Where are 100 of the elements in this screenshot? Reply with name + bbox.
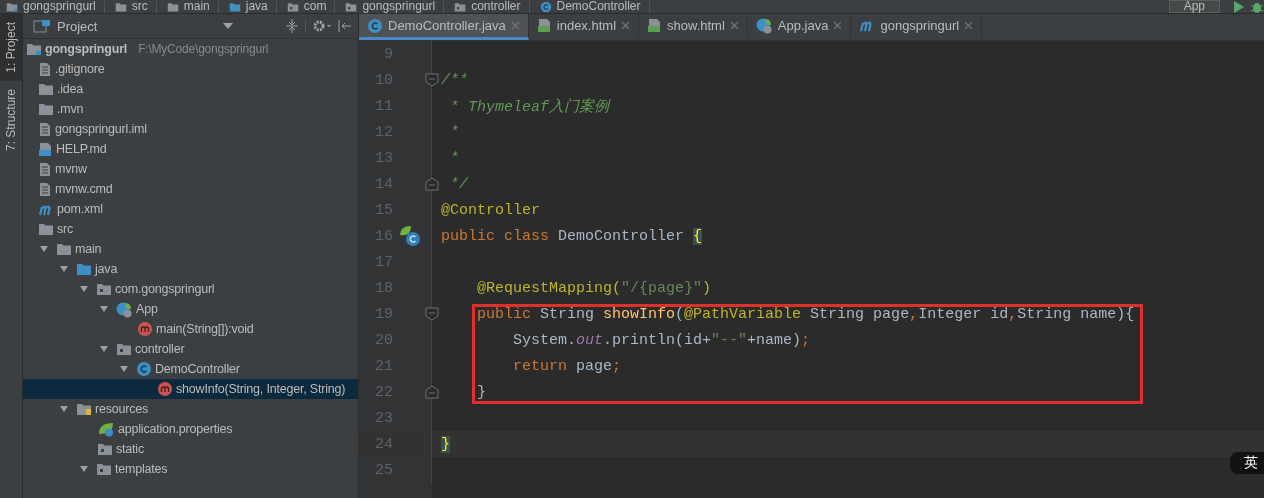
tree-row[interactable]: gongspringurl.iml bbox=[23, 119, 358, 139]
tree-row[interactable]: .mvn bbox=[23, 99, 358, 119]
tree-row[interactable]: pom.xml bbox=[23, 199, 358, 219]
folder-icon bbox=[38, 222, 54, 236]
html-file-icon bbox=[536, 18, 552, 33]
code-line: */ bbox=[449, 175, 468, 193]
editor-tab[interactable]: show.html bbox=[639, 14, 748, 40]
class-c-icon bbox=[539, 0, 552, 13]
class-c-icon bbox=[136, 361, 152, 377]
tree-row[interactable]: src bbox=[23, 219, 358, 239]
fold-marker-icon[interactable] bbox=[425, 385, 439, 399]
editor-tab[interactable]: App.java bbox=[747, 14, 852, 40]
leaf-class-icon[interactable] bbox=[399, 225, 421, 247]
close-icon[interactable] bbox=[833, 21, 843, 30]
run-config-dropdown[interactable]: App bbox=[1168, 0, 1220, 13]
tree-row[interactable]: DemoController bbox=[23, 359, 358, 379]
document-icon bbox=[38, 121, 52, 137]
tree-row[interactable]: static bbox=[23, 439, 358, 459]
package-folder-icon bbox=[96, 282, 112, 296]
tree-row[interactable]: mvnw.cmd bbox=[23, 179, 358, 199]
folder-icon bbox=[38, 82, 54, 96]
expand-arrow-icon[interactable] bbox=[119, 364, 129, 374]
folder-icon bbox=[166, 1, 179, 12]
expand-arrow-icon[interactable] bbox=[59, 264, 69, 274]
tree-item-label: HELP.md bbox=[56, 142, 107, 156]
tree-row[interactable]: com.gongspringurl bbox=[23, 279, 358, 299]
expand-arrow-icon[interactable] bbox=[79, 464, 89, 474]
fold-marker-icon[interactable] bbox=[425, 73, 439, 87]
tree-row[interactable]: application.properties bbox=[23, 419, 358, 439]
close-icon[interactable] bbox=[964, 21, 974, 30]
tool-window-tab[interactable]: 7: Structure bbox=[0, 80, 22, 159]
folder-icon bbox=[56, 242, 72, 256]
code-line: * bbox=[449, 149, 459, 167]
module-folder-icon bbox=[26, 42, 42, 56]
code-line: public String showInfo(@PathVariable String page,Integer id,String name){ bbox=[476, 305, 1135, 323]
leaf-icon bbox=[97, 421, 115, 437]
tree-item-label: DemoController bbox=[155, 362, 240, 376]
tree-item-label: pom.xml bbox=[57, 202, 103, 216]
tree-item-label: application.properties bbox=[118, 422, 233, 436]
settings-icon[interactable] bbox=[312, 19, 332, 33]
input-method-indicator: 英 bbox=[1230, 452, 1264, 474]
tool-window-tab[interactable]: 1: Project bbox=[0, 14, 22, 81]
tree-row[interactable]: templates bbox=[23, 459, 358, 479]
editor-tab[interactable]: DemoController.java bbox=[359, 14, 529, 40]
expand-arrow-icon[interactable] bbox=[39, 244, 49, 254]
tree-item-label: templates bbox=[115, 462, 168, 476]
package-folder-icon bbox=[97, 442, 113, 456]
breadcrumb-item[interactable]: controller bbox=[471, 0, 521, 13]
document-icon bbox=[38, 181, 52, 197]
breadcrumb-item[interactable]: gongspringurl bbox=[362, 0, 436, 13]
tree-row[interactable]: mvnw bbox=[23, 159, 358, 179]
fold-marker-icon[interactable] bbox=[425, 177, 439, 191]
tree-row[interactable]: main(String[]):void bbox=[23, 319, 358, 339]
class-c-icon bbox=[367, 17, 383, 34]
project-window-icon bbox=[33, 19, 51, 33]
tree-row[interactable]: .idea bbox=[23, 79, 358, 99]
tab-label: index.html bbox=[556, 18, 617, 33]
fold-marker-icon[interactable] bbox=[425, 307, 439, 321]
breadcrumb-item[interactable]: src bbox=[131, 0, 148, 13]
tree-item-label: .idea bbox=[57, 82, 84, 96]
expand-arrow-icon[interactable] bbox=[79, 284, 89, 294]
breadcrumb-item[interactable]: gongspringurl bbox=[23, 0, 96, 13]
tree-row[interactable]: .gitignore bbox=[23, 59, 358, 79]
expand-arrow-icon[interactable] bbox=[99, 304, 109, 314]
tree-row[interactable]: controller bbox=[23, 339, 358, 359]
tree-item-label: main bbox=[75, 242, 102, 256]
folder-icon bbox=[38, 102, 54, 116]
tree-row[interactable]: resources bbox=[23, 399, 358, 419]
breadcrumb-item[interactable]: com bbox=[303, 0, 327, 13]
resources-folder-icon bbox=[76, 402, 92, 416]
document-icon bbox=[38, 161, 52, 177]
tree-item-label: gongspringurl.iml bbox=[55, 122, 147, 136]
tree-item-label: .mvn bbox=[57, 102, 84, 116]
expand-arrow-icon[interactable] bbox=[99, 344, 109, 354]
tree-item-label: static bbox=[116, 442, 144, 456]
tree-row[interactable]: main bbox=[23, 239, 358, 259]
code-line: @Controller bbox=[441, 201, 541, 219]
hide-panel-icon[interactable] bbox=[338, 19, 352, 33]
breadcrumb-item[interactable]: DemoController bbox=[556, 0, 641, 13]
bug-icon[interactable] bbox=[1250, 0, 1264, 13]
tree-row[interactable]: HELP.md bbox=[23, 139, 358, 159]
expand-arrow-icon[interactable] bbox=[59, 404, 69, 414]
close-icon[interactable] bbox=[621, 21, 631, 30]
code-line: System.out.println(id+"--"+name); bbox=[512, 331, 811, 349]
collapse-all-icon[interactable] bbox=[285, 19, 299, 33]
dropdown-caret-icon[interactable] bbox=[223, 23, 234, 29]
close-icon[interactable] bbox=[729, 21, 739, 30]
breadcrumb-item[interactable]: main bbox=[183, 0, 210, 13]
tree-row[interactable]: showInfo(String, Integer, String) bbox=[23, 379, 358, 399]
tree-item-label: controller bbox=[135, 342, 185, 356]
code-line: return page; bbox=[512, 357, 622, 375]
tree-item-label: com.gongspringurl bbox=[115, 282, 215, 296]
editor-tab[interactable]: index.html bbox=[528, 14, 640, 40]
breadcrumb-item[interactable]: java bbox=[245, 0, 268, 13]
tree-row[interactable]: java bbox=[23, 259, 358, 279]
package-folder-icon bbox=[116, 342, 132, 356]
editor-tab[interactable]: gongspringurl bbox=[851, 14, 983, 40]
tree-row[interactable]: gongspringurl F:\MyCode\gongspringurl bbox=[23, 39, 358, 59]
module-folder-icon bbox=[6, 1, 18, 12]
tree-row[interactable]: App bbox=[23, 299, 358, 319]
